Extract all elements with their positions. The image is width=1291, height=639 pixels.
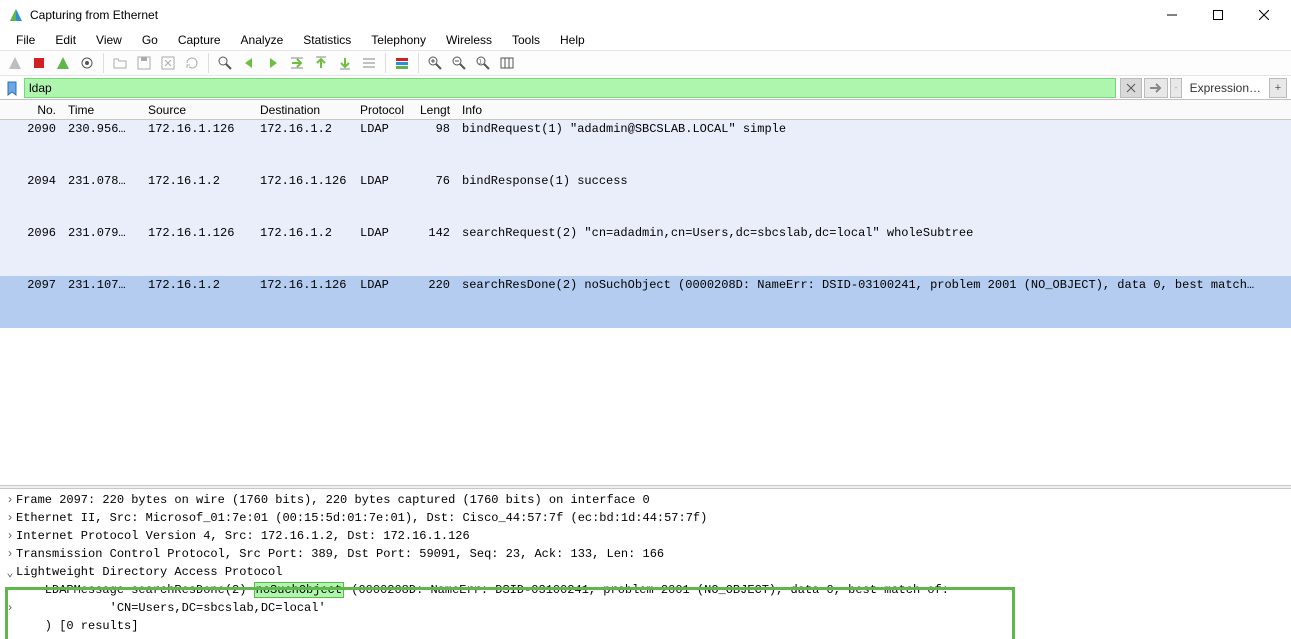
packet-list-body[interactable]: 2090230.956…172.16.1.126172.16.1.2LDAP98… [0,120,1291,330]
toolbar-separator [418,53,419,73]
window-title: Capturing from Ethernet [30,8,1149,22]
expand-caret-icon[interactable]: › [4,601,16,615]
expand-caret-icon[interactable]: › [4,511,16,525]
toolbar-separator [103,53,104,73]
filter-history-dropdown[interactable] [1170,78,1182,98]
find-packet-icon[interactable] [214,52,236,74]
packet-row[interactable]: 2090230.956…172.16.1.126172.16.1.2LDAP98… [0,120,1291,172]
start-capture-icon[interactable] [4,52,26,74]
bookmark-filter-icon[interactable] [4,80,20,96]
stop-capture-icon[interactable] [28,52,50,74]
packet-row[interactable]: 2096231.079…172.16.1.126172.16.1.2LDAP14… [0,224,1291,276]
packet-list-pane: No. Time Source Destination Protocol Len… [0,100,1291,330]
zoom-in-icon[interactable] [424,52,446,74]
menu-help[interactable]: Help [550,31,595,49]
packet-details-pane[interactable]: ›Frame 2097: 220 bytes on wire (1760 bit… [0,489,1291,639]
expand-caret-icon[interactable]: › [4,529,16,543]
go-last-icon[interactable] [334,52,356,74]
detail-ldap[interactable]: Lightweight Directory Access Protocol [16,565,282,579]
capture-options-icon[interactable] [76,52,98,74]
detail-ldap-dn[interactable]: 'CN=Users,DC=sbcslab,DC=local' [16,601,326,615]
collapse-caret-icon[interactable]: ⌄ [4,565,16,580]
detail-ip[interactable]: Internet Protocol Version 4, Src: 172.16… [16,529,470,543]
menu-tools[interactable]: Tools [502,31,550,49]
toolbar-separator [385,53,386,73]
main-toolbar: 1 [0,50,1291,76]
menu-go[interactable]: Go [132,31,168,49]
display-filter-bar: Expression… + [0,76,1291,100]
detail-frame[interactable]: Frame 2097: 220 bytes on wire (1760 bits… [16,493,650,507]
highlight-nosuchobject: noSuchObject [254,582,344,598]
detail-ethernet[interactable]: Ethernet II, Src: Microsof_01:7e:01 (00:… [16,511,707,525]
expand-caret-icon[interactable]: › [4,493,16,507]
expression-button[interactable]: Expression… [1184,81,1267,95]
column-header-protocol[interactable]: Protocol [354,103,414,117]
column-header-length[interactable]: Lengt [414,103,456,117]
packet-row[interactable]: 2097231.107…172.16.1.2172.16.1.126LDAP22… [0,276,1291,328]
go-first-icon[interactable] [310,52,332,74]
app-icon [8,7,24,23]
reload-icon[interactable] [181,52,203,74]
menu-statistics[interactable]: Statistics [293,31,361,49]
menu-analyze[interactable]: Analyze [231,31,294,49]
zoom-out-icon[interactable] [448,52,470,74]
close-button[interactable] [1241,0,1287,30]
detail-ldap-results[interactable]: ) [0 results] [16,619,138,633]
menu-file[interactable]: File [6,31,45,49]
column-header-destination[interactable]: Destination [254,103,354,117]
auto-scroll-icon[interactable] [358,52,380,74]
filter-toolbar-tail: Expression… + [1120,78,1287,98]
toolbar-separator [208,53,209,73]
column-header-source[interactable]: Source [142,103,254,117]
close-file-icon[interactable] [157,52,179,74]
display-filter-input[interactable] [24,78,1116,98]
menu-view[interactable]: View [86,31,132,49]
expand-caret-icon[interactable]: › [4,547,16,561]
go-back-icon[interactable] [238,52,260,74]
detail-tcp[interactable]: Transmission Control Protocol, Src Port:… [16,547,664,561]
column-header-no[interactable]: No. [0,103,62,117]
maximize-button[interactable] [1195,0,1241,30]
go-forward-icon[interactable] [262,52,284,74]
window-controls [1149,0,1287,30]
titlebar: Capturing from Ethernet [0,0,1291,30]
menu-wireless[interactable]: Wireless [436,31,502,49]
packet-list-header: No. Time Source Destination Protocol Len… [0,100,1291,120]
packet-list-empty-area [0,330,1291,485]
colorize-icon[interactable] [391,52,413,74]
app-window: Capturing from Ethernet File Edit View G… [0,0,1291,639]
zoom-reset-icon[interactable]: 1 [472,52,494,74]
packet-row[interactable]: 2094231.078…172.16.1.2172.16.1.126LDAP76… [0,172,1291,224]
apply-filter-button[interactable] [1144,78,1168,98]
restart-capture-icon[interactable] [52,52,74,74]
column-header-time[interactable]: Time [62,103,142,117]
menu-capture[interactable]: Capture [168,31,231,49]
open-file-icon[interactable] [109,52,131,74]
column-header-info[interactable]: Info [456,103,1291,117]
save-file-icon[interactable] [133,52,155,74]
resize-columns-icon[interactable] [496,52,518,74]
menubar: File Edit View Go Capture Analyze Statis… [0,30,1291,50]
add-filter-button[interactable]: + [1269,78,1287,98]
detail-ldap-message[interactable]: LDAPMessage searchResDone(2) noSuchObjec… [0,581,1291,599]
go-to-packet-icon[interactable] [286,52,308,74]
minimize-button[interactable] [1149,0,1195,30]
menu-telephony[interactable]: Telephony [361,31,436,49]
menu-edit[interactable]: Edit [45,31,86,49]
clear-filter-button[interactable] [1120,78,1142,98]
